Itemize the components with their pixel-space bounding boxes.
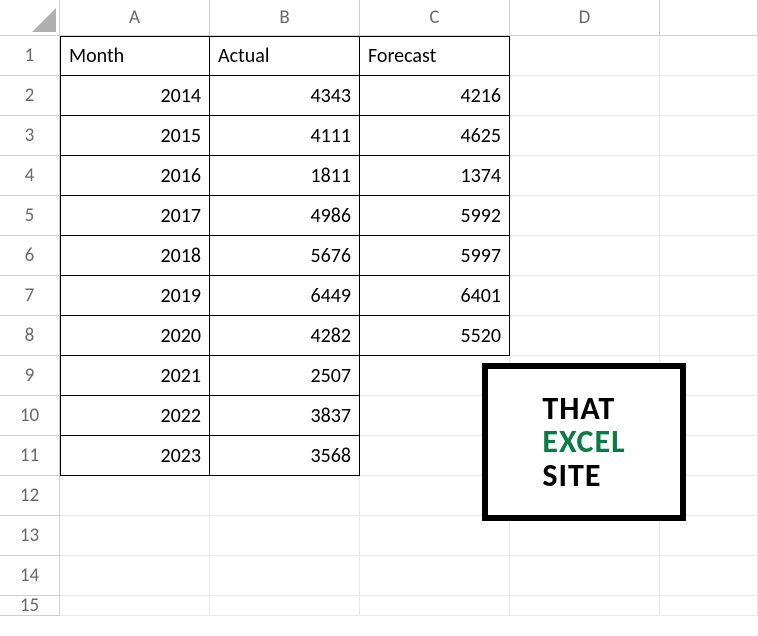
- cell-C7[interactable]: 6401: [360, 276, 510, 316]
- cell-A8[interactable]: 2020: [60, 316, 210, 356]
- cell-A10[interactable]: 2022: [60, 396, 210, 436]
- cell-B5[interactable]: 4986: [210, 196, 360, 236]
- row-header-11[interactable]: 11: [0, 436, 60, 476]
- row-header-15[interactable]: 15: [0, 596, 60, 616]
- logo-line-1: THAT: [542, 392, 625, 426]
- cell-C2[interactable]: 4216: [360, 76, 510, 116]
- row-header-1[interactable]: 1: [0, 36, 60, 76]
- row-header-13[interactable]: 13: [0, 516, 60, 556]
- cell-B4[interactable]: 1811: [210, 156, 360, 196]
- cell-C1[interactable]: Forecast: [360, 36, 510, 76]
- cell-E2[interactable]: [660, 76, 758, 116]
- row-header-2[interactable]: 2: [0, 76, 60, 116]
- cell-E6[interactable]: [660, 236, 758, 276]
- cell-B7[interactable]: 6449: [210, 276, 360, 316]
- cell-A15[interactable]: [60, 596, 210, 616]
- cell-C4[interactable]: 1374: [360, 156, 510, 196]
- cell-D7[interactable]: [510, 276, 660, 316]
- cell-B13[interactable]: [210, 516, 360, 556]
- cell-B6[interactable]: 5676: [210, 236, 360, 276]
- col-header-e[interactable]: [660, 0, 758, 36]
- cell-A4[interactable]: 2016: [60, 156, 210, 196]
- cell-B2[interactable]: 4343: [210, 76, 360, 116]
- row-header-8[interactable]: 8: [0, 316, 60, 356]
- logo-line-3: SITE: [542, 459, 625, 493]
- cell-C5[interactable]: 5992: [360, 196, 510, 236]
- cell-B1[interactable]: Actual: [210, 36, 360, 76]
- row-header-7[interactable]: 7: [0, 276, 60, 316]
- cell-D3[interactable]: [510, 116, 660, 156]
- cell-E3[interactable]: [660, 116, 758, 156]
- cell-B3[interactable]: 4111: [210, 116, 360, 156]
- select-all-corner[interactable]: [0, 0, 60, 36]
- cell-D14[interactable]: [510, 556, 660, 596]
- cell-C8[interactable]: 5520: [360, 316, 510, 356]
- cell-D8[interactable]: [510, 316, 660, 356]
- cell-B14[interactable]: [210, 556, 360, 596]
- cell-B8[interactable]: 4282: [210, 316, 360, 356]
- col-header-c[interactable]: C: [360, 0, 510, 36]
- row-header-3[interactable]: 3: [0, 116, 60, 156]
- cell-C3[interactable]: 4625: [360, 116, 510, 156]
- col-header-a[interactable]: A: [60, 0, 210, 36]
- cell-C14[interactable]: [360, 556, 510, 596]
- row-header-6[interactable]: 6: [0, 236, 60, 276]
- cell-A13[interactable]: [60, 516, 210, 556]
- cell-B15[interactable]: [210, 596, 360, 616]
- cell-D2[interactable]: [510, 76, 660, 116]
- cell-A6[interactable]: 2018: [60, 236, 210, 276]
- cell-A1[interactable]: Month: [60, 36, 210, 76]
- logo-line-2: EXCEL: [542, 425, 625, 459]
- cell-E13[interactable]: [660, 516, 758, 556]
- cell-C6[interactable]: 5997: [360, 236, 510, 276]
- cell-A9[interactable]: 2021: [60, 356, 210, 396]
- col-header-d[interactable]: D: [510, 0, 660, 36]
- cell-B11[interactable]: 3568: [210, 436, 360, 476]
- cell-D15[interactable]: [510, 596, 660, 616]
- cell-B9[interactable]: 2507: [210, 356, 360, 396]
- cell-A14[interactable]: [60, 556, 210, 596]
- row-header-5[interactable]: 5: [0, 196, 60, 236]
- row-header-12[interactable]: 12: [0, 476, 60, 516]
- cell-E5[interactable]: [660, 196, 758, 236]
- row-header-14[interactable]: 14: [0, 556, 60, 596]
- cell-A5[interactable]: 2017: [60, 196, 210, 236]
- col-header-b[interactable]: B: [210, 0, 360, 36]
- cell-C13[interactable]: [360, 516, 510, 556]
- cell-D13[interactable]: [510, 516, 660, 556]
- cell-E15[interactable]: [660, 596, 758, 616]
- cell-D1[interactable]: [510, 36, 660, 76]
- cell-B10[interactable]: 3837: [210, 396, 360, 436]
- row-header-9[interactable]: 9: [0, 356, 60, 396]
- cell-C15[interactable]: [360, 596, 510, 616]
- cell-A12[interactable]: [60, 476, 210, 516]
- row-header-4[interactable]: 4: [0, 156, 60, 196]
- cell-A7[interactable]: 2019: [60, 276, 210, 316]
- cell-E7[interactable]: [660, 276, 758, 316]
- cell-D6[interactable]: [510, 236, 660, 276]
- cell-E1[interactable]: [660, 36, 758, 76]
- cell-A11[interactable]: 2023: [60, 436, 210, 476]
- cell-D5[interactable]: [510, 196, 660, 236]
- spreadsheet-grid[interactable]: A B C D 1 Month Actual Forecast 2 2014 4…: [0, 0, 758, 616]
- cell-A3[interactable]: 2015: [60, 116, 210, 156]
- cell-E8[interactable]: [660, 316, 758, 356]
- site-logo: THAT EXCEL SITE: [482, 363, 686, 521]
- cell-D4[interactable]: [510, 156, 660, 196]
- cell-E14[interactable]: [660, 556, 758, 596]
- cell-A2[interactable]: 2014: [60, 76, 210, 116]
- cell-E4[interactable]: [660, 156, 758, 196]
- cell-B12[interactable]: [210, 476, 360, 516]
- row-header-10[interactable]: 10: [0, 396, 60, 436]
